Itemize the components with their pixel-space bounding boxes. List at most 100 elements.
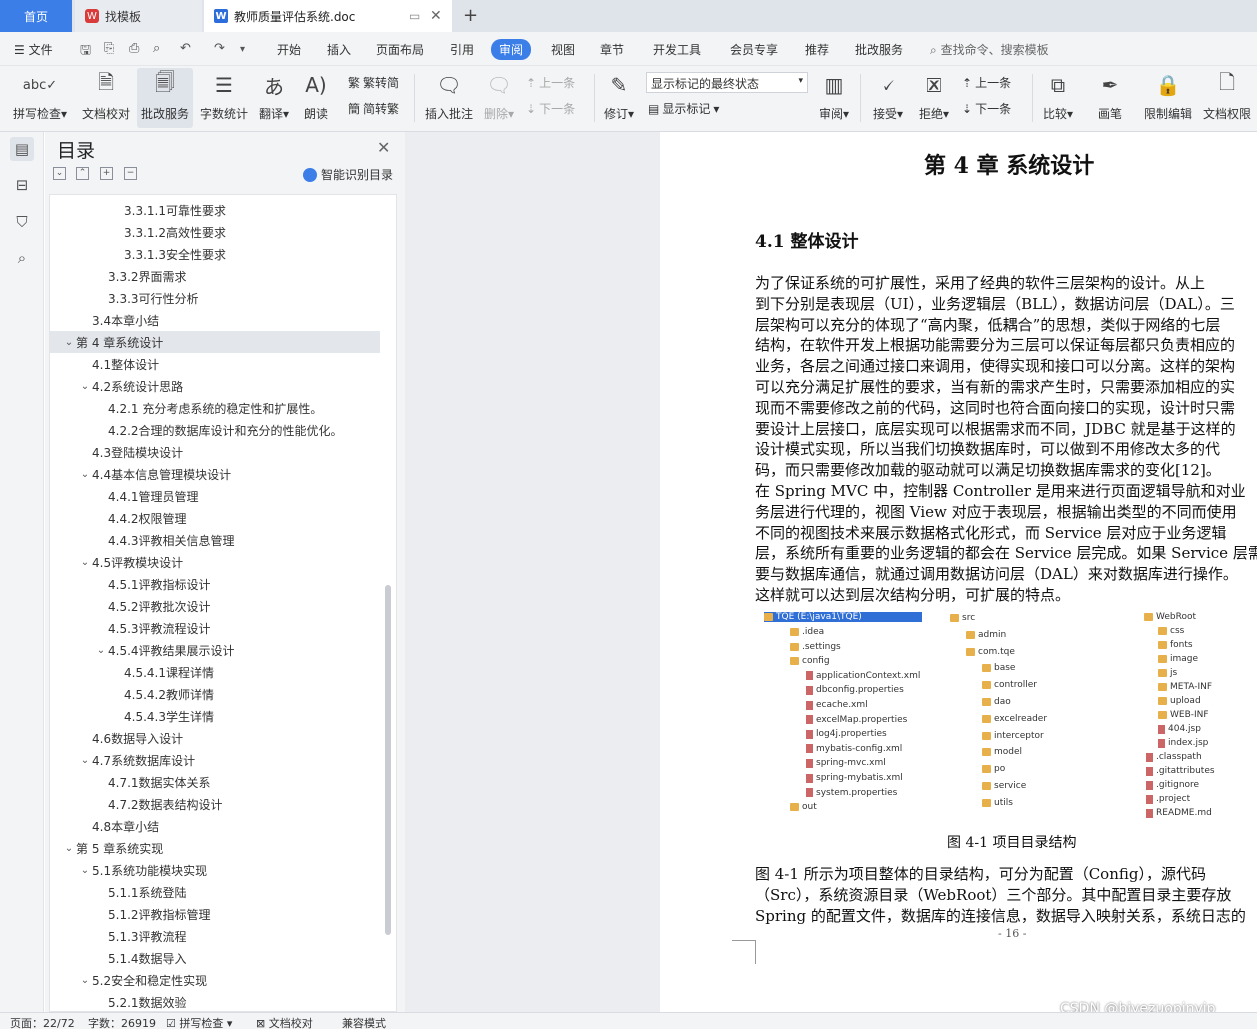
menu-references[interactable]: 引用 bbox=[450, 41, 474, 58]
word-count-button[interactable]: ☰ 字数统计 bbox=[196, 68, 252, 128]
save-icon[interactable]: 🖫 bbox=[80, 41, 91, 63]
close-icon[interactable]: ✕ bbox=[377, 138, 390, 157]
translate-button[interactable]: あ翻译▾ bbox=[256, 68, 292, 128]
reject-button[interactable]: 🗷 拒绝▾ bbox=[914, 68, 954, 128]
search-icon[interactable]: ⌕ bbox=[10, 246, 34, 270]
toc-item[interactable]: 4.3登陆模块设计 bbox=[50, 441, 380, 463]
tab-document[interactable]: W 教师质量评估系统.doc ▭ ✕ bbox=[204, 0, 452, 32]
chevron-down-icon[interactable]: ⌄ bbox=[78, 469, 92, 480]
toc-item[interactable]: 4.7.2数据表结构设计 bbox=[50, 793, 380, 815]
track-changes-button[interactable]: ✎ 修订▾ bbox=[600, 68, 638, 128]
toc-item[interactable]: 4.2.1 充分考虑系统的稳定性和扩展性。 bbox=[50, 397, 380, 419]
toc-item[interactable]: 4.5.2评教批次设计 bbox=[50, 595, 380, 617]
prev-comment-button[interactable]: ⇡ 上一条 bbox=[526, 74, 575, 91]
add-level-icon[interactable]: + bbox=[100, 167, 113, 180]
toc-item[interactable]: 4.4.3评教相关信息管理 bbox=[50, 529, 380, 551]
simp-to-trad-button[interactable]: 簡简转繁 bbox=[348, 100, 399, 117]
toc-item[interactable]: 3.4本章小结 bbox=[50, 309, 380, 331]
toc-item[interactable]: ⌄ 4.4基本信息管理模块设计 bbox=[50, 463, 380, 485]
print-icon[interactable]: ⎙ bbox=[129, 41, 139, 56]
toc-item[interactable]: 4.5.4.1课程详情 bbox=[50, 661, 380, 683]
new-tab-icon[interactable]: + bbox=[463, 5, 478, 26]
toc-panel-icon[interactable]: ▤ bbox=[10, 137, 34, 161]
expand-up-icon[interactable]: ⌃ bbox=[76, 167, 89, 180]
chevron-down-icon[interactable]: ⌄ bbox=[78, 865, 92, 876]
toc-item[interactable]: 5.1.4数据导入 bbox=[50, 947, 380, 969]
delete-comment-button[interactable]: 🗨 删除▾ bbox=[480, 68, 518, 128]
doc-proof-button[interactable]: 🗎 文档校对 bbox=[78, 68, 134, 128]
menu-chapter[interactable]: 章节 bbox=[600, 41, 624, 58]
read-aloud-button[interactable]: A) 朗读 bbox=[298, 68, 334, 128]
menu-developer[interactable]: 开发工具 bbox=[653, 41, 701, 58]
toc-item[interactable]: 4.7.1数据实体关系 bbox=[50, 771, 380, 793]
toc-item[interactable]: 4.2.2合理的数据库设计和充分的性能优化。 bbox=[50, 419, 380, 441]
pen-button[interactable]: ✒ 画笔 bbox=[1090, 68, 1130, 128]
show-markup-button[interactable]: ▤ 显示标记 ▾ bbox=[648, 100, 719, 117]
document-page[interactable]: 第 4 章 系统设计 4.1 整体设计 为了保证系统的可扩展性，采用了经典的软件… bbox=[660, 132, 1257, 1012]
toc-item[interactable]: 3.3.3可行性分析 bbox=[50, 287, 380, 309]
toc-item[interactable]: 4.1整体设计 bbox=[50, 353, 380, 375]
chevron-down-icon[interactable]: ⌄ bbox=[78, 381, 92, 392]
toc-item[interactable]: 5.1.3评教流程 bbox=[50, 925, 380, 947]
compare-button[interactable]: ⧉ 比较▾ bbox=[1038, 68, 1078, 128]
remove-level-icon[interactable]: − bbox=[124, 167, 137, 180]
next-change-button[interactable]: ⇣ 下一条 bbox=[962, 100, 1011, 117]
toc-item[interactable]: ⌄ 4.5.4评教结果展示设计 bbox=[50, 639, 380, 661]
toc-item[interactable]: 5.1.1系统登陆 bbox=[50, 881, 380, 903]
doc-permission-button[interactable]: 🗋 文档权限 bbox=[1200, 68, 1254, 128]
undo-icon[interactable]: ↶ bbox=[180, 41, 191, 56]
next-comment-button[interactable]: ⇣ 下一条 bbox=[526, 100, 575, 117]
toc-item[interactable]: 4.4.1管理员管理 bbox=[50, 485, 380, 507]
toc-item[interactable]: 3.3.2界面需求 bbox=[50, 265, 380, 287]
toc-item[interactable]: ⌄ 第 4 章系统设计 bbox=[50, 331, 380, 353]
chevron-down-icon[interactable]: ⌄ bbox=[78, 975, 92, 986]
toc-item[interactable]: 3.3.1.2高效性要求 bbox=[50, 221, 380, 243]
redo-icon[interactable]: ↷ bbox=[214, 41, 225, 56]
print-preview-icon[interactable]: ⌕ bbox=[153, 41, 160, 56]
command-search[interactable]: ⌕ 查找命令、搜索模板 bbox=[930, 41, 1049, 58]
menu-review[interactable]: 审阅 bbox=[491, 39, 532, 60]
toc-item[interactable]: 4.5.1评教指标设计 bbox=[50, 573, 380, 595]
nav-pane-icon[interactable]: ⊟ bbox=[10, 173, 34, 197]
toc-item[interactable]: 3.3.1.3安全性要求 bbox=[50, 243, 380, 265]
smart-toc-button[interactable]: 智能识别目录 bbox=[303, 166, 393, 183]
menu-recommend[interactable]: 推荐 bbox=[805, 41, 829, 58]
spellcheck-button[interactable]: abc✓ 拼写检查▾ bbox=[10, 68, 70, 128]
accept-button[interactable]: 🗸 接受▾ bbox=[868, 68, 908, 128]
toc-item[interactable]: 4.4.2权限管理 bbox=[50, 507, 380, 529]
menu-insert[interactable]: 插入 bbox=[327, 41, 351, 58]
toc-item[interactable]: ⌄ 4.2系统设计思路 bbox=[50, 375, 380, 397]
toc-item[interactable]: 4.6数据导入设计 bbox=[50, 727, 380, 749]
toc-item[interactable]: ⌄ 5.1系统功能模块实现 bbox=[50, 859, 380, 881]
menu-page-layout[interactable]: 页面布局 bbox=[376, 41, 424, 58]
toc-item[interactable]: 4.5.4.2教师详情 bbox=[50, 683, 380, 705]
export-pdf-icon[interactable]: ⎘ bbox=[104, 41, 114, 56]
toc-item[interactable]: 5.1.2评教指标管理 bbox=[50, 903, 380, 925]
prev-change-button[interactable]: ⇡ 上一条 bbox=[962, 74, 1011, 91]
correction-service-button[interactable]: 🗐 批改服务 bbox=[137, 68, 193, 128]
toc-item[interactable]: ⌄ 4.5评教模块设计 bbox=[50, 551, 380, 573]
menu-view[interactable]: 视图 bbox=[551, 41, 575, 58]
chevron-down-icon[interactable]: ⌄ bbox=[62, 337, 76, 348]
toc-item[interactable]: 4.5.3评教流程设计 bbox=[50, 617, 380, 639]
quick-access-dropdown-icon[interactable]: ▾ bbox=[240, 44, 245, 55]
chevron-down-icon[interactable]: ⌄ bbox=[62, 843, 76, 854]
tab-close-icon[interactable]: ✕ bbox=[430, 8, 442, 24]
chevron-down-icon[interactable]: ⌄ bbox=[78, 557, 92, 568]
bookmark-icon[interactable]: ⛉ bbox=[10, 210, 34, 234]
insert-comment-button[interactable]: 🗨 插入批注 bbox=[422, 68, 476, 128]
tab-restore-icon[interactable]: ▭ bbox=[409, 9, 420, 23]
toc-item[interactable]: 4.8本章小结 bbox=[50, 815, 380, 837]
menu-start[interactable]: 开始 bbox=[277, 41, 301, 58]
collapse-all-icon[interactable]: ⌄ bbox=[53, 167, 66, 180]
chevron-down-icon[interactable]: ⌄ bbox=[94, 645, 108, 656]
toc-item[interactable]: 4.5.4.3学生详情 bbox=[50, 705, 380, 727]
toc-item[interactable]: ⌄ 第 5 章系统实现 bbox=[50, 837, 380, 859]
toc-item[interactable]: ⌄ 5.2安全和稳定性实现 bbox=[50, 969, 380, 991]
menu-correction[interactable]: 批改服务 bbox=[855, 41, 903, 58]
restrict-edit-button[interactable]: 🔒 限制编辑 bbox=[1140, 68, 1196, 128]
toc-item[interactable]: 3.3.1.1可靠性要求 bbox=[50, 199, 380, 221]
tab-home[interactable]: 首页 bbox=[0, 0, 72, 32]
chevron-down-icon[interactable]: ⌄ bbox=[78, 755, 92, 766]
toc-scrollbar[interactable] bbox=[385, 585, 391, 935]
